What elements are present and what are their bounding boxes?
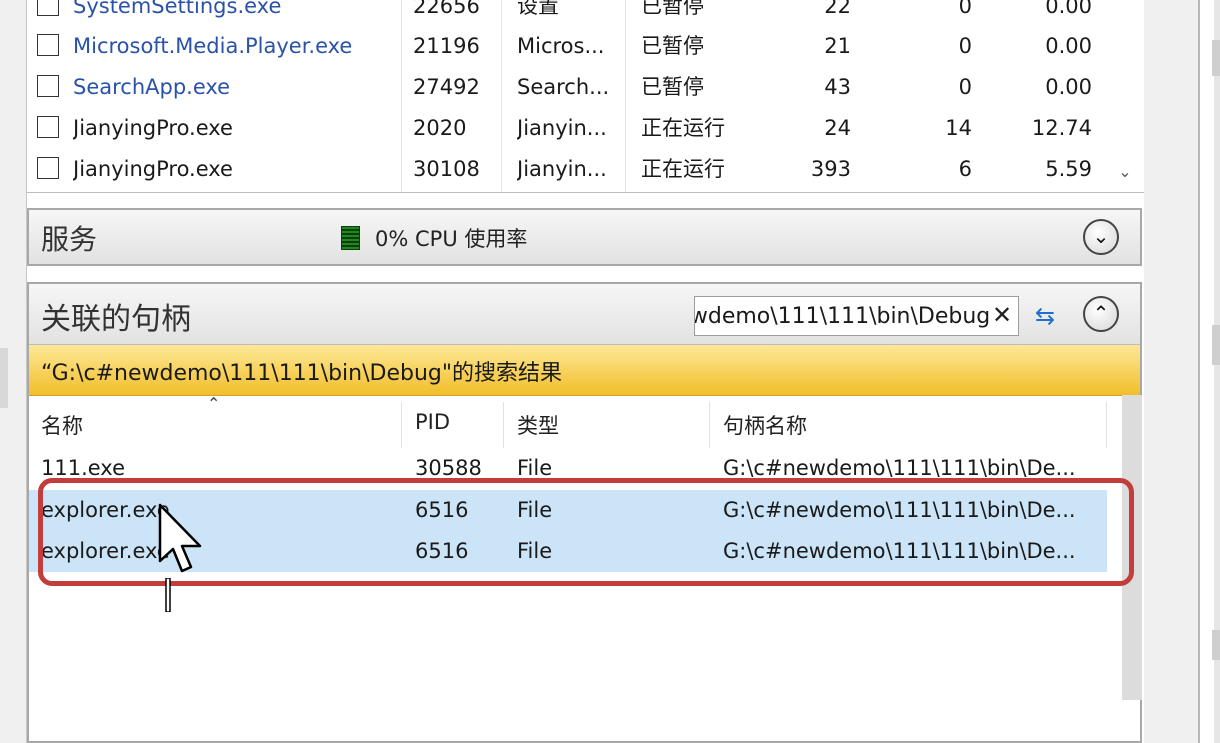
services-section-header[interactable]: 服务 0% CPU 使用率 ⌄ [27, 208, 1142, 266]
process-pid: 27492 [413, 75, 480, 99]
process-row[interactable]: JianyingPro.exe 2020 Jianyin... 正在运行 24 … [27, 108, 1117, 149]
process-description: Jianyin... [517, 157, 607, 181]
process-handles: 0 [958, 0, 972, 18]
process-row[interactable]: JianyingPro.exe 30108 Jianyin... 正在运行 39… [27, 149, 1117, 190]
process-description: Search... [517, 75, 610, 99]
process-description: Jianyin... [517, 116, 607, 140]
process-handles: 0 [958, 75, 972, 99]
process-checkbox[interactable] [37, 75, 59, 97]
process-cpu: 0.00 [1045, 34, 1092, 58]
sort-ascending-icon: ⌃ [207, 394, 221, 413]
column-separator[interactable] [503, 402, 504, 448]
process-name: SearchApp.exe [73, 75, 231, 99]
process-row[interactable]: SystemSettings.exe 22656 设置 已暂停 22 0 0.0… [27, 0, 1117, 27]
services-cpu-usage: 0% CPU 使用率 [375, 227, 528, 251]
process-pid: 30108 [413, 157, 480, 181]
scroll-down-icon[interactable]: ⌄ [1115, 162, 1135, 182]
process-description: Micros... [517, 34, 605, 58]
process-name: SystemSettings.exe [73, 0, 282, 18]
adjacent-window-scroll-mark [1212, 630, 1220, 660]
process-threads: 24 [824, 116, 851, 140]
refresh-search-icon[interactable]: ⇆ [1027, 296, 1063, 336]
handles-section-header[interactable]: 关联的句柄 ✕ ⇆ ⌃ [29, 284, 1140, 345]
column-header-pid[interactable]: PID [415, 410, 450, 434]
process-status: 已暂停 [641, 0, 704, 18]
process-name: Microsoft.Media.Player.exe [73, 34, 353, 58]
process-pid: 2020 [413, 116, 467, 140]
text-cursor-icon [165, 578, 171, 612]
process-handles: 6 [958, 157, 972, 181]
process-threads: 43 [824, 75, 851, 99]
adjacent-window-scroll-mark [1212, 325, 1220, 365]
process-cpu: 5.59 [1045, 157, 1092, 181]
process-handles: 14 [945, 116, 972, 140]
process-threads: 21 [824, 34, 851, 58]
chevron-down-icon[interactable]: ⌄ [1083, 219, 1119, 255]
process-row[interactable]: Microsoft.Media.Player.exe 21196 Micros.… [27, 26, 1117, 67]
process-pid: 22656 [413, 0, 480, 18]
chevron-up-icon[interactable]: ⌃ [1083, 296, 1119, 332]
process-name: JianyingPro.exe [73, 116, 233, 140]
handle-search-input[interactable] [695, 297, 990, 335]
column-separator[interactable] [1106, 402, 1107, 448]
process-checkbox[interactable] [37, 0, 59, 16]
process-cpu: 0.00 [1045, 0, 1092, 18]
process-name: JianyingPro.exe [73, 157, 233, 181]
process-cpu: 0.00 [1045, 75, 1092, 99]
process-status: 已暂停 [641, 34, 704, 58]
process-checkbox[interactable] [37, 34, 59, 56]
clear-search-icon[interactable]: ✕ [992, 301, 1012, 329]
process-pid: 21196 [413, 34, 480, 58]
handles-title: 关联的句柄 [41, 302, 191, 337]
process-checkbox[interactable] [37, 116, 59, 138]
search-result-text: “G:\c#newdemo\111\111\bin\Debug"的搜索结果 [41, 361, 562, 386]
search-result-banner: “G:\c#newdemo\111\111\bin\Debug"的搜索结果 [29, 345, 1140, 396]
process-threads: 393 [810, 157, 851, 181]
process-list[interactable]: SystemSettings.exe 22656 设置 已暂停 22 0 0.0… [27, 0, 1144, 193]
process-handles: 0 [958, 34, 972, 58]
adjacent-window-scroll-mark [1212, 40, 1220, 76]
left-frame-strip [0, 348, 8, 408]
process-row[interactable]: SearchApp.exe 27492 Search... 已暂停 43 0 0… [27, 67, 1117, 108]
process-description: 设置 [517, 0, 559, 18]
column-header-type[interactable]: 类型 [517, 410, 559, 440]
column-separator[interactable] [709, 402, 710, 448]
handle-search-box[interactable]: ✕ [694, 296, 1019, 336]
handles-table-header: ⌃ 名称 PID 类型 句柄名称 [29, 394, 1109, 448]
column-header-handle-name[interactable]: 句柄名称 [723, 410, 807, 440]
column-header-name[interactable]: 名称 [41, 410, 83, 440]
process-status: 正在运行 [641, 157, 725, 181]
column-separator[interactable] [401, 402, 402, 448]
process-status: 已暂停 [641, 75, 704, 99]
mouse-cursor-icon [158, 503, 202, 573]
services-title: 服务 [41, 223, 98, 256]
process-cpu: 12.74 [1031, 116, 1092, 140]
cpu-meter-icon [341, 226, 360, 250]
process-checkbox[interactable] [37, 157, 59, 179]
process-threads: 22 [824, 0, 851, 18]
process-status: 正在运行 [641, 116, 725, 140]
